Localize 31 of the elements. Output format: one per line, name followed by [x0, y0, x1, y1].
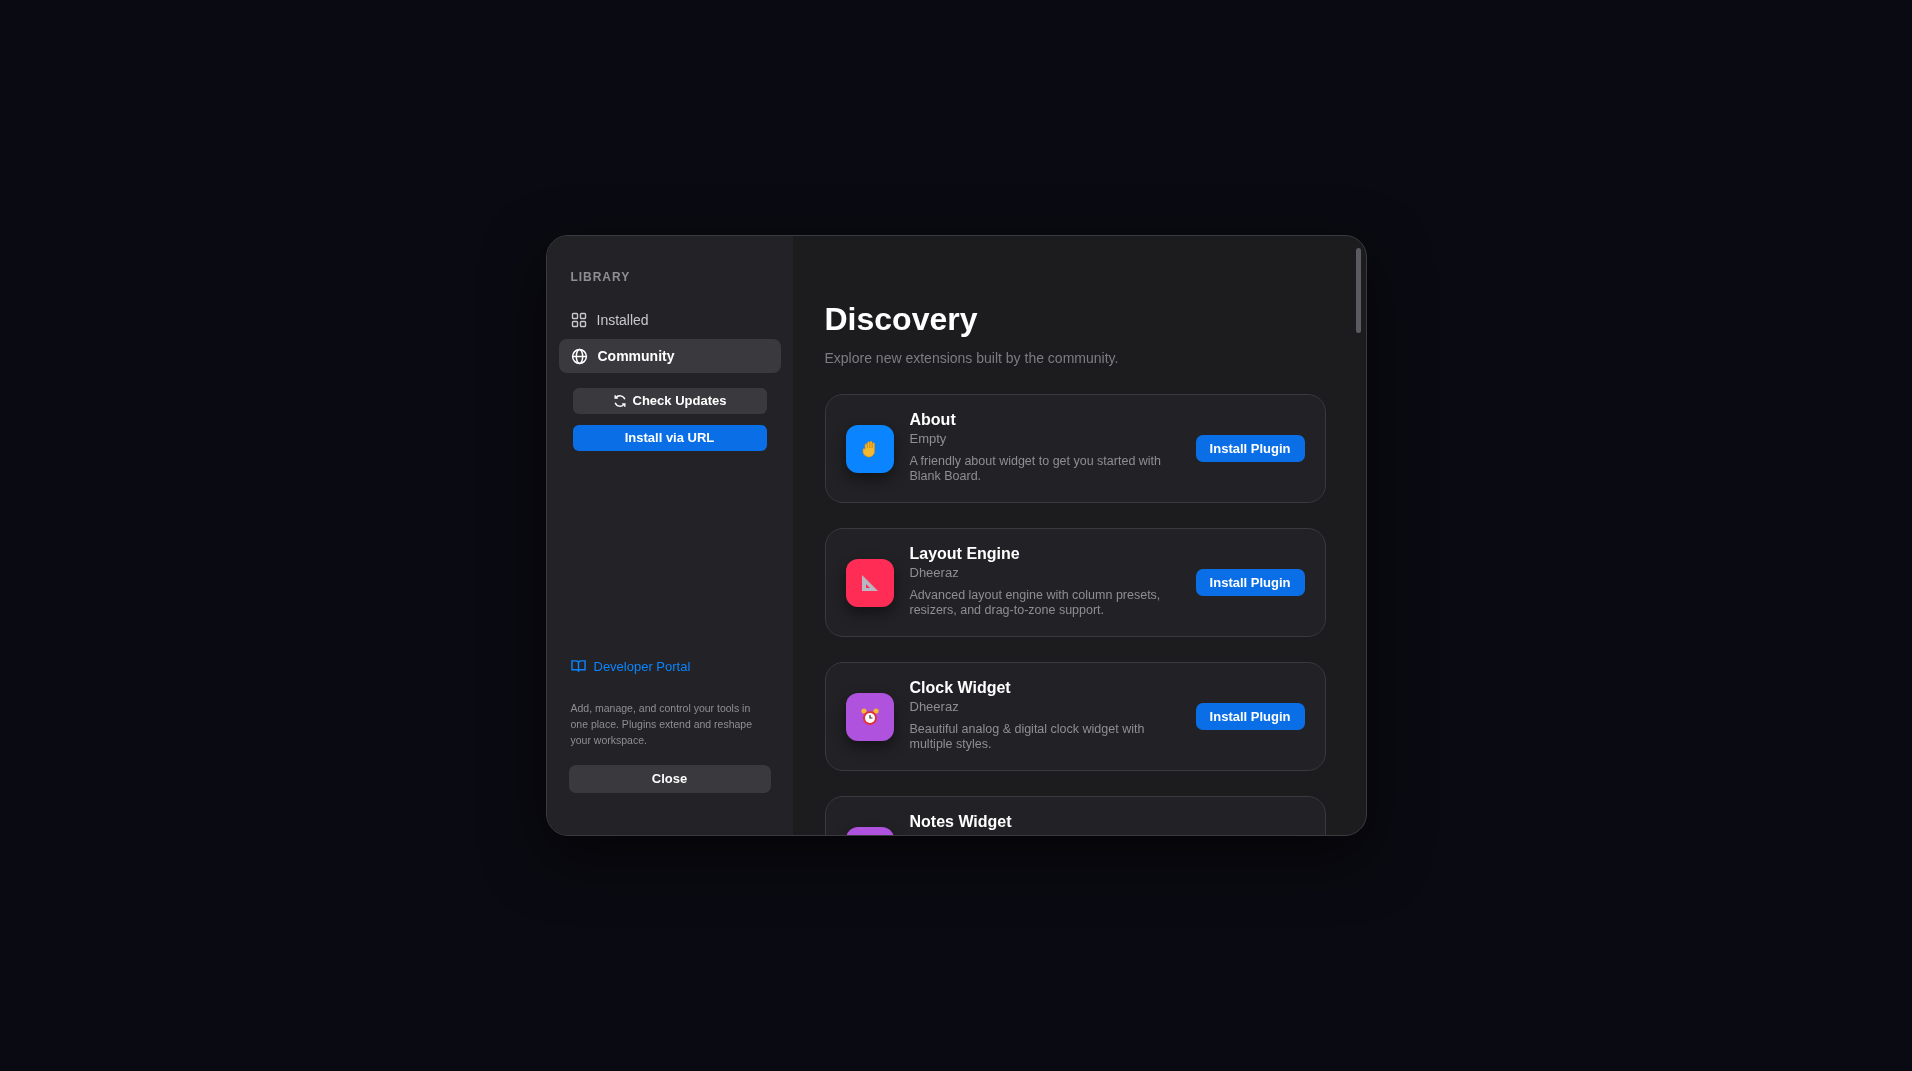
plugin-name: About — [909, 410, 957, 430]
plugin-author: Dheeraz — [909, 698, 960, 716]
plugin-description: Advanced layout engine with column presets, resizers, and drag-to-zone support. — [909, 588, 1162, 618]
plugin-name: Clock Widget — [909, 678, 1012, 698]
refresh-icon — [612, 394, 627, 408]
globe-icon — [570, 347, 588, 365]
plugin-author: Empty — [909, 430, 948, 448]
install-plugin-button[interactable]: Install Plugin — [1195, 435, 1305, 462]
hand-icon — [861, 439, 878, 458]
check-updates-button[interactable]: Check Updates — [572, 388, 767, 414]
book-icon — [570, 659, 586, 674]
scrollbar-thumb[interactable] — [1355, 248, 1361, 333]
page-title: Discovery — [824, 300, 979, 338]
plugin-description: Beautiful analog & digital clock widget with multiple styles. — [909, 722, 1146, 752]
sidebar-item[interactable]: Installed — [558, 303, 781, 337]
install-plugin-button[interactable]: Install Plugin — [1195, 569, 1305, 596]
grid-icon — [570, 312, 587, 328]
developer-portal-link[interactable]: Developer Portal — [558, 656, 781, 676]
sidebar-description: Add, manage, and control your tools in one place. Plugins extend and reshape your workspace. — [569, 701, 754, 748]
plugin-author: Dheeraz — [909, 564, 960, 582]
close-button[interactable]: Close — [568, 765, 771, 793]
plugin-name: Notes Widget — [909, 812, 1013, 832]
alarm-clock-icon — [859, 706, 880, 727]
install-via-url-button[interactable]: Install via URL — [572, 425, 767, 451]
plugin-description: A friendly about widget to get you started with Blank Board. — [909, 454, 1163, 484]
triangle-ruler-icon — [859, 572, 880, 593]
sidebar-heading: LIBRARY — [569, 269, 632, 286]
install-plugin-button[interactable]: Install Plugin — [1195, 703, 1305, 730]
sidebar-item[interactable]: Community — [558, 339, 781, 373]
plugin-name: Layout Engine — [909, 544, 1021, 564]
page-subtitle: Explore new extensions built by the community. — [824, 349, 1120, 368]
